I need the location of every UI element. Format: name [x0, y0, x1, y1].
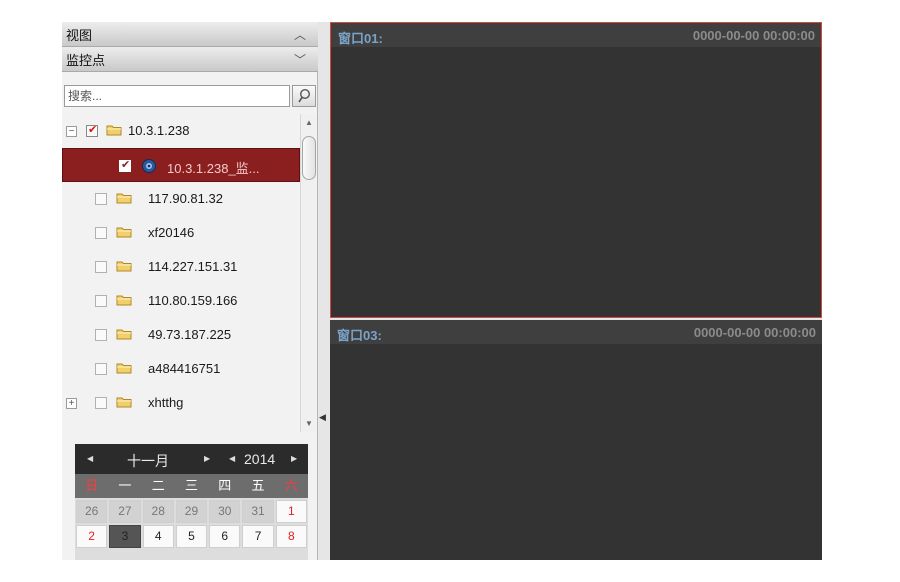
folder-icon [106, 125, 122, 136]
calendar-day[interactable]: 7 [242, 525, 274, 548]
calendar-header: ◀ 十一月 ▶ ◀ 2014 ▶ [75, 444, 308, 474]
folder-icon [116, 227, 132, 238]
monitor-points-title: 监控点 [66, 52, 106, 68]
weekday-label: 日 [85, 478, 99, 493]
weekday-label: 六 [284, 478, 298, 493]
calendar-day[interactable]: 6 [209, 525, 241, 548]
camera-checkbox[interactable] [119, 158, 131, 172]
tree-node-camera[interactable]: 10.3.1.238_监... [62, 148, 300, 182]
calendar-week-row: 2 3 4 5 6 7 8 [75, 523, 308, 548]
tree-node-label: 117.90.81.32 [148, 191, 223, 206]
weekday-label: 一 [118, 478, 132, 493]
scroll-down-icon[interactable]: ▼ [305, 419, 313, 428]
calendar-year: 2014 [244, 451, 276, 467]
calendar-day[interactable]: 29 [175, 500, 208, 523]
weekday-label: 四 [218, 478, 232, 493]
tree-node[interactable]: 49.73.187.225 [62, 318, 300, 352]
device-tree: − 10.3.1.238 10.3.1.238_监... [62, 114, 300, 432]
weekday-label: 三 [184, 478, 198, 493]
calendar-day[interactable]: 26 [76, 500, 108, 523]
view-panel-title: 视图 [66, 27, 93, 43]
video-window-03[interactable]: 窗口03: 0000-00-00 00:00:00 [330, 320, 822, 560]
tree-node-label: xhtthg [148, 395, 184, 410]
tree-node[interactable]: 117.90.81.32 [62, 182, 300, 216]
search-input[interactable] [64, 85, 290, 107]
monitor-points-header[interactable]: 监控点 ﹀ [62, 47, 318, 72]
scrollbar-thumb[interactable] [302, 136, 316, 180]
tree-node-label: xf20146 [148, 225, 195, 240]
video-window-titlebar: 窗口01: 0000-00-00 00:00:00 [331, 23, 821, 47]
tree-scrollbar[interactable]: ▲ ▼ [300, 114, 316, 432]
calendar-day[interactable]: 30 [209, 500, 241, 523]
window-name: 窗口01: [338, 31, 383, 46]
weekday-label: 二 [151, 478, 165, 493]
folder-icon [116, 329, 132, 340]
calendar-day[interactable]: 1 [275, 500, 307, 523]
next-year-icon[interactable]: ▶ [291, 454, 297, 463]
tree-node[interactable]: xf20146 [62, 216, 300, 250]
tree-node-label: 10.3.1.238_监... [167, 161, 260, 176]
prev-year-icon[interactable]: ◀ [229, 454, 235, 463]
folder-icon [116, 295, 132, 306]
collapse-panel-icon[interactable]: ◀ [319, 412, 327, 426]
folder-icon [116, 397, 132, 408]
search-icon [298, 88, 311, 103]
scroll-up-icon[interactable]: ▲ [305, 118, 313, 127]
calendar-day[interactable]: 2 [76, 525, 108, 548]
prev-month-icon[interactable]: ◀ [87, 454, 93, 463]
node-checkbox[interactable] [95, 227, 107, 239]
chevron-up-icon[interactable]: ︿ [294, 26, 306, 43]
calendar-weekdays: 日 一 二 三 四 五 六 [75, 474, 308, 498]
calendar: ◀ 十一月 ▶ ◀ 2014 ▶ 日 一 二 三 四 五 六 26 27 28 … [75, 444, 308, 560]
search-button[interactable] [292, 85, 316, 107]
camera-icon [142, 159, 156, 173]
search-row [64, 85, 316, 108]
tree-node[interactable]: a484416751 [62, 352, 300, 386]
node-checkbox[interactable] [95, 329, 107, 341]
expand-icon[interactable]: + [66, 398, 77, 409]
root-checkbox[interactable] [86, 123, 98, 137]
next-month-icon[interactable]: ▶ [204, 454, 210, 463]
calendar-day[interactable]: 28 [142, 500, 174, 523]
calendar-day[interactable]: 27 [109, 500, 141, 523]
tree-node[interactable]: 114.227.151.31 [62, 250, 300, 284]
calendar-month: 十一月 [127, 453, 169, 469]
tree-node-root[interactable]: − 10.3.1.238 [62, 114, 300, 148]
node-checkbox[interactable] [95, 397, 107, 409]
collapse-icon[interactable]: − [66, 126, 77, 137]
calendar-day[interactable]: 31 [242, 500, 274, 523]
node-checkbox[interactable] [95, 193, 107, 205]
video-window-01[interactable]: 窗口01: 0000-00-00 00:00:00 [330, 22, 822, 318]
calendar-day[interactable]: 8 [275, 525, 307, 548]
folder-icon [116, 193, 132, 204]
tree-node[interactable]: + xhtthg [62, 386, 300, 420]
folder-icon [116, 261, 132, 272]
tree-node-label: 114.227.151.31 [148, 259, 238, 274]
folder-icon [116, 363, 132, 374]
app-window: 视图 ︿ 监控点 ﹀ − [62, 22, 822, 560]
calendar-week-row: 26 27 28 29 30 31 1 [75, 498, 308, 523]
node-checkbox[interactable] [95, 363, 107, 375]
chevron-down-icon[interactable]: ﹀ [294, 51, 306, 68]
tree-node-label: 10.3.1.238 [128, 123, 190, 138]
tree-node-label: 110.80.159.166 [148, 293, 238, 308]
window-timestamp: 0000-00-00 00:00:00 [693, 325, 816, 340]
node-checkbox[interactable] [95, 261, 107, 273]
node-checkbox[interactable] [95, 295, 107, 307]
calendar-day[interactable]: 5 [175, 525, 208, 548]
window-timestamp: 0000-00-00 00:00:00 [692, 28, 815, 43]
weekday-label: 五 [251, 478, 265, 493]
tree-node-label: a484416751 [148, 361, 221, 376]
window-name: 窗口03: [337, 328, 382, 343]
calendar-day[interactable]: 4 [142, 525, 174, 548]
view-panel-header[interactable]: 视图 ︿ [62, 22, 318, 47]
left-panel: 视图 ︿ 监控点 ﹀ − [62, 22, 318, 560]
tree-node-label: 49.73.187.225 [148, 327, 232, 342]
calendar-day-today[interactable]: 3 [109, 525, 141, 548]
video-window-titlebar: 窗口03: 0000-00-00 00:00:00 [330, 320, 822, 344]
tree-node[interactable]: 110.80.159.166 [62, 284, 300, 318]
